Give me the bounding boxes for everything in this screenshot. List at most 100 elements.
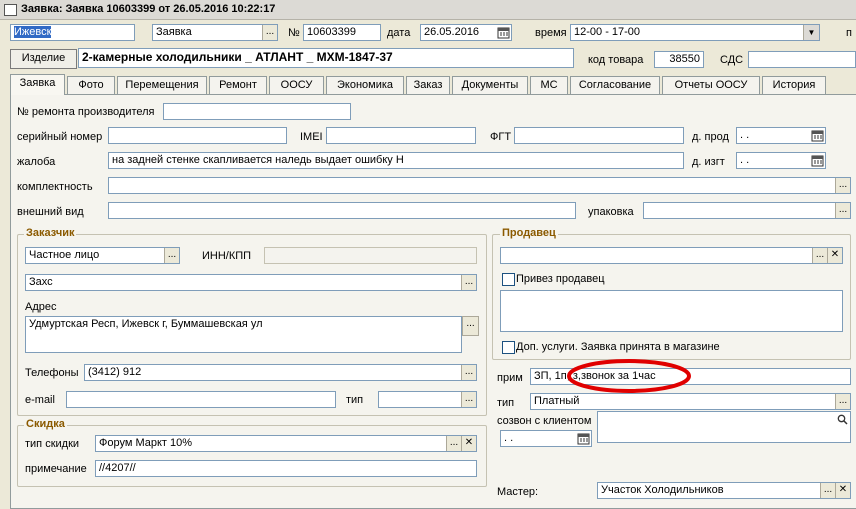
call-date-value: . . <box>504 432 514 444</box>
tab-3[interactable]: Перемещения <box>117 76 207 94</box>
serial-field[interactable] <box>108 127 287 144</box>
tab-5[interactable]: ООСУ <box>269 76 324 94</box>
seller-field[interactable]: ... ✕ <box>500 247 843 264</box>
tab-12[interactable]: История <box>762 76 826 94</box>
extra-services-checkbox[interactable] <box>502 341 515 354</box>
seller-select-button[interactable]: ... <box>812 248 827 263</box>
customer-name-select-button[interactable]: ... <box>461 275 476 290</box>
tab-7[interactable]: Заказ <box>406 76 450 94</box>
date-value: 26.05.2016 <box>424 26 480 38</box>
email-field[interactable] <box>66 391 336 408</box>
package-select-button[interactable]: ... <box>835 203 850 218</box>
prod-date-label: д. прод <box>692 131 729 143</box>
mfg-date-value: . . <box>740 154 750 166</box>
chevron-down-icon[interactable]: ▼ <box>803 25 819 40</box>
extra-services-label: Доп. услуги. Заявка принята в магазине <box>516 341 720 353</box>
tab-4[interactable]: Ремонт <box>209 76 267 94</box>
kit-field[interactable]: ... <box>108 177 851 194</box>
customer-type-value: Частное лицо <box>29 249 100 261</box>
master-select-button[interactable]: ... <box>820 483 835 498</box>
phones-value: (3412) 912 <box>88 366 142 378</box>
discount-note-field[interactable]: //4207// <box>95 460 477 477</box>
inn-field[interactable] <box>264 247 477 264</box>
right-type-select-button[interactable]: ... <box>835 394 850 409</box>
address-label: Адрес <box>25 301 57 313</box>
email-type-field[interactable]: ... <box>378 391 477 408</box>
phones-label: Телефоны <box>25 367 79 379</box>
master-field[interactable]: Участок Холодильников ... ✕ <box>597 482 851 499</box>
tab-10[interactable]: Согласование <box>570 76 660 94</box>
call-notes-field[interactable] <box>597 411 851 443</box>
city-value: Ижевск <box>14 26 52 38</box>
fgt-label: ФГТ <box>490 131 512 143</box>
window-title: Заявка: Заявка 10603399 от 26.05.2016 10… <box>21 3 276 15</box>
call-date-field[interactable]: . . <box>500 430 592 447</box>
trailing-label: п <box>846 27 852 39</box>
tab-2[interactable]: Фото <box>67 76 115 94</box>
email-type-select-button[interactable]: ... <box>461 392 476 407</box>
discount-type-label: тип скидки <box>25 438 80 450</box>
phones-select-button[interactable]: ... <box>461 365 476 380</box>
fgt-field[interactable] <box>514 127 684 144</box>
right-type-field[interactable]: Платный ... <box>530 393 851 410</box>
prod-date-field[interactable]: . . <box>736 127 826 144</box>
complaint-label: жалоба <box>17 156 56 168</box>
package-label: упаковка <box>588 206 634 218</box>
window-icon <box>4 4 17 16</box>
calendar-icon[interactable] <box>811 129 824 142</box>
seller-brought-checkbox[interactable] <box>502 273 515 286</box>
product-button[interactable]: Изделие <box>10 49 77 69</box>
date-label: дата <box>387 27 411 39</box>
kit-select-button[interactable]: ... <box>835 178 850 193</box>
customer-name-field[interactable]: Захс ... <box>25 274 477 291</box>
master-clear-icon[interactable]: ✕ <box>835 483 850 498</box>
call-label: созвон с клиентом <box>497 415 592 427</box>
product-code-field[interactable]: 38550 <box>654 51 704 68</box>
doc-type-select-button[interactable]: ... <box>262 25 277 40</box>
serial-label: серийный номер <box>17 131 103 143</box>
tab-9[interactable]: МС <box>530 76 568 94</box>
city-field[interactable]: Ижевск <box>10 24 135 41</box>
complaint-field[interactable]: на задней стенке скапливается наледь выд… <box>108 152 684 169</box>
number-field[interactable]: 10603399 <box>303 24 381 41</box>
discount-type-select-button[interactable]: ... <box>446 436 461 451</box>
doc-type-field[interactable]: Заявка ... <box>152 24 278 41</box>
date-field[interactable]: 26.05.2016 <box>420 24 512 41</box>
discount-type-field[interactable]: Форум Маркт 10% ... ✕ <box>95 435 477 452</box>
appearance-label: внешний вид <box>17 206 84 218</box>
master-label: Мастер: <box>497 486 539 498</box>
window-titlebar: Заявка: Заявка 10603399 от 26.05.2016 10… <box>0 0 856 20</box>
tab-1[interactable]: Заявка <box>10 74 65 95</box>
number-label: № <box>288 27 300 39</box>
time-select[interactable]: 12-00 - 17-00 ▼ <box>570 24 820 41</box>
calendar-icon[interactable] <box>811 154 824 167</box>
tab-6[interactable]: Экономика <box>326 76 404 94</box>
time-label: время <box>535 27 567 39</box>
tab-8[interactable]: Документы <box>452 76 528 94</box>
package-field[interactable]: ... <box>643 202 851 219</box>
seller-group-title: Продавец <box>500 227 558 239</box>
address-select-button[interactable]: ... <box>462 316 479 336</box>
calendar-icon[interactable] <box>497 26 510 39</box>
search-icon[interactable] <box>837 414 848 425</box>
mfr-repair-field[interactable] <box>163 103 351 120</box>
product-field[interactable]: 2-камерные холодильники _ АТЛАНТ _ МХМ-1… <box>78 48 574 68</box>
seller-clear-icon[interactable]: ✕ <box>827 248 842 263</box>
sds-field[interactable] <box>748 51 856 68</box>
customer-type-field[interactable]: Частное лицо ... <box>25 247 180 264</box>
customer-type-select-button[interactable]: ... <box>164 248 179 263</box>
inn-label: ИНН/КПП <box>202 250 252 262</box>
customer-name-value: Захс <box>29 276 53 288</box>
prod-date-value: . . <box>740 129 750 141</box>
seller-notes-field[interactable] <box>500 290 843 332</box>
address-field[interactable]: Удмуртская Респ, Ижевск г, Буммашевская … <box>25 316 462 353</box>
mfg-date-field[interactable]: . . <box>736 152 826 169</box>
appearance-field[interactable] <box>108 202 576 219</box>
email-label: e-mail <box>25 394 55 406</box>
imei-field[interactable] <box>326 127 476 144</box>
tab-11[interactable]: Отчеты ООСУ <box>662 76 760 94</box>
phones-field[interactable]: (3412) 912 ... <box>84 364 477 381</box>
prim-label: прим <box>497 372 523 384</box>
calendar-icon[interactable] <box>577 432 590 445</box>
discount-clear-icon[interactable]: ✕ <box>461 436 476 451</box>
